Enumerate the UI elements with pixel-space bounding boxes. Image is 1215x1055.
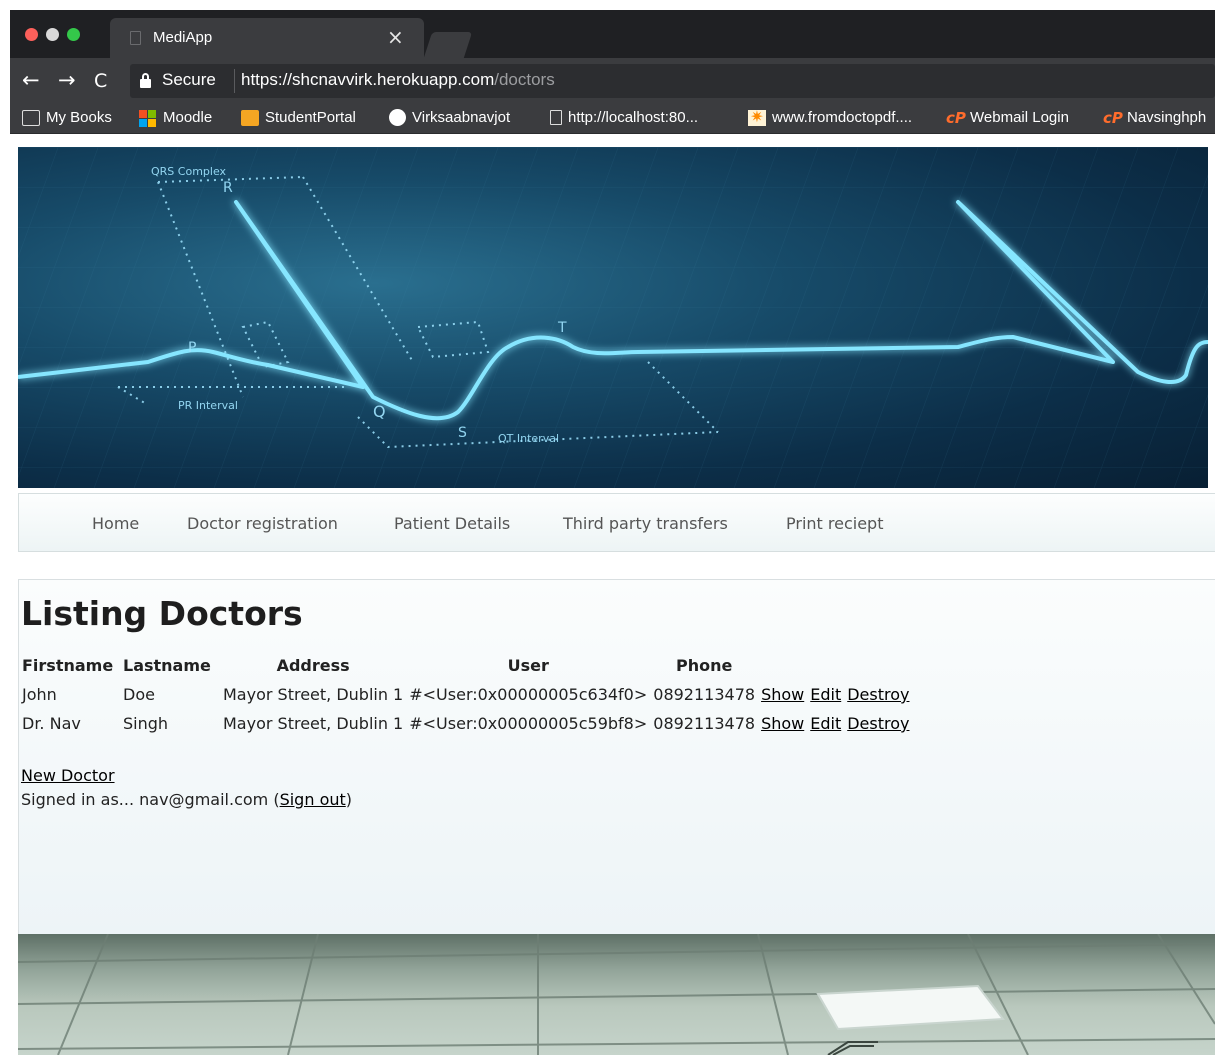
show-link[interactable]: Show [761,714,804,733]
t-wave-label: T [557,320,567,336]
main-navbar: Home Doctor registration Patient Details… [18,493,1215,552]
signed-in-status: Signed in as... nav@gmail.com (Sign out) [21,790,353,809]
doctors-table: Firstname Lastname Address User Phone Jo… [19,650,912,738]
bookmark-my-books[interactable]: My Books [22,109,112,126]
minimize-window-button[interactable] [46,28,59,41]
studentportal-icon [241,109,259,126]
nav-third-party-transfers[interactable]: Third party transfers [563,514,728,533]
nav-patient-details[interactable]: Patient Details [394,514,510,533]
cell-firstname: Dr. Nav [22,714,81,733]
pr-interval-label: PR Interval [178,399,238,412]
microsoft-icon [139,109,157,127]
browser-titlebar: MediApp × [10,10,1215,58]
page-icon [550,110,562,125]
destroy-link[interactable]: Destroy [847,714,909,733]
page-title: Listing Doctors [21,594,303,633]
ceiling-photo-image [18,934,1215,1055]
column-header-address: Address [276,655,350,675]
content-panel: Listing Doctors Firstname Lastname Addre… [18,579,1215,934]
qrs-complex-label: QRS Complex [151,165,227,178]
address-bar[interactable]: Secure https://shcnavvirk.herokuapp.com/… [130,64,1215,98]
nav-home[interactable]: Home [92,514,139,533]
star-icon: ✷ [748,109,766,126]
back-arrow-icon[interactable]: ← [22,66,40,94]
github-icon [389,109,406,126]
browser-toolbar: ← → C Secure https://shcnavvirk.herokuap… [10,58,1215,104]
maximize-window-button[interactable] [67,28,80,41]
cell-firstname: John [22,685,57,704]
r-wave-label: R [223,180,233,196]
forward-arrow-icon[interactable]: → [58,66,76,94]
table-row: Dr. Nav Singh Mayor Street, Dublin 1 #<U… [19,709,912,738]
nav-print-reciept[interactable]: Print reciept [786,514,883,533]
s-wave-label: S [458,425,467,441]
lock-icon[interactable] [140,73,151,89]
column-header-lastname: Lastname [123,655,211,675]
url-text[interactable]: https://shcnavvirk.herokuapp.com/doctors [241,70,555,90]
column-header-user: User [507,655,549,675]
table-row: John Doe Mayor Street, Dublin 1 #<User:0… [19,680,912,709]
nav-doctor-registration[interactable]: Doctor registration [187,514,338,533]
cpanel-icon: cP [946,108,966,127]
ecg-banner-image: QRS Complex R P T Q S PR Interval QT Int… [18,147,1208,488]
edit-link[interactable]: Edit [810,714,841,733]
cell-phone: 0892113478 [653,685,756,704]
table-header-row: Firstname Lastname Address User Phone [19,650,912,680]
tab-close-icon[interactable]: × [387,26,404,48]
new-tab-button[interactable] [423,32,473,58]
show-link[interactable]: Show [761,685,804,704]
page-icon [130,31,141,45]
close-window-button[interactable] [25,28,38,41]
cell-user: #<User:0x00000005c634f0> [409,685,648,704]
bookmark-fromdoctopdf[interactable]: ✷ www.fromdoctopdf.... [748,109,912,126]
bookmark-moodle[interactable]: Moodle [139,109,212,127]
p-wave-label: P [188,340,196,356]
cpanel-icon: cP [1103,108,1123,127]
cell-user: #<User:0x00000005c59bf8> [409,714,648,733]
bookmark-webmail-login[interactable]: cP Webmail Login [946,109,1069,126]
bookmark-studentportal[interactable]: StudentPortal [241,109,356,126]
bookmark-virksaabnavjot[interactable]: Virksaabnavjot [389,109,510,126]
cell-phone: 0892113478 [653,714,756,733]
bookmark-localhost[interactable]: http://localhost:80... [550,109,698,126]
browser-tab-active[interactable]: MediApp × [110,18,424,58]
q-wave-label: Q [373,402,386,421]
new-doctor-link[interactable]: New Doctor [21,766,115,785]
cell-address: Mayor Street, Dublin 1 [223,685,404,704]
page-viewport: QRS Complex R P T Q S PR Interval QT Int… [10,135,1215,1055]
qt-interval-label: QT Interval [498,432,559,445]
column-header-phone: Phone [675,655,733,675]
edit-link[interactable]: Edit [810,685,841,704]
destroy-link[interactable]: Destroy [847,685,909,704]
secure-label[interactable]: Secure [162,70,216,90]
bookmarks-bar: My Books Moodle StudentPortal Virksaabna… [10,104,1215,134]
sign-out-link[interactable]: Sign out [280,790,346,809]
folder-icon [22,109,40,126]
address-separator [234,69,235,93]
bookmark-navsinghph[interactable]: cP Navsinghph [1103,109,1206,126]
tab-title: MediApp [153,29,213,46]
cell-lastname: Doe [123,685,155,704]
column-header-firstname: Firstname [22,655,114,675]
cell-address: Mayor Street, Dublin 1 [223,714,404,733]
cell-lastname: Singh [123,714,169,733]
reload-icon[interactable]: C [94,67,107,95]
